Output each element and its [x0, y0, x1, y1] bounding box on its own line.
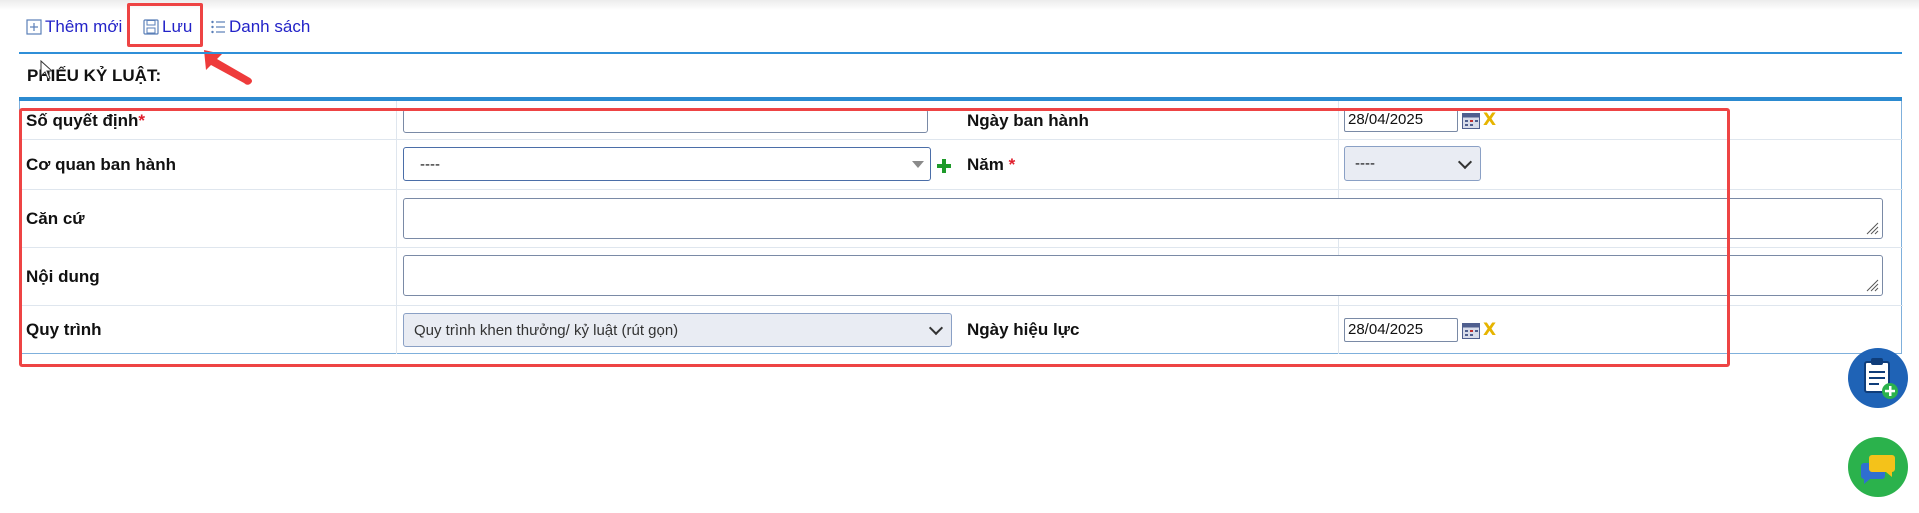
so-quyet-dinh-input[interactable] [403, 109, 928, 133]
can-cu-textarea[interactable] [403, 198, 1883, 239]
so-quyet-dinh-label-text: Số quyết định [26, 111, 139, 130]
required-mark: * [138, 111, 146, 130]
chat-fab[interactable] [1848, 437, 1908, 497]
list-label: Danh sách [229, 17, 311, 36]
noi-dung-label: Nội dung [26, 267, 100, 286]
required-mark: * [1008, 155, 1016, 174]
form-row: Quy trình Quy trình khen thưởng/ kỷ luật… [20, 305, 1903, 353]
ngay-hieu-luc-label: Ngày hiệu lực [967, 320, 1080, 339]
form-row: Nội dung [20, 247, 1903, 306]
add-new-label: Thêm mới [45, 17, 123, 36]
add-icon [26, 19, 42, 35]
chevron-down-icon [928, 320, 944, 336]
so-quyet-dinh-label: Số quyết định* [26, 111, 145, 131]
toolbar-divider [19, 52, 1902, 54]
form-row: Số quyết định* Ngày ban hành 28/04/2025 … [20, 101, 1903, 140]
nam-label-text: Năm [967, 155, 1004, 174]
plus-icon[interactable] [936, 158, 952, 174]
clipboard-add-icon [1864, 358, 1898, 399]
co-quan-ban-hanh-value: ---- [420, 155, 440, 173]
quy-trinh-label: Quy trình [26, 320, 102, 339]
noi-dung-textarea[interactable] [403, 255, 1883, 296]
form-row: Căn cứ [20, 189, 1903, 248]
resize-grip-icon[interactable] [1865, 221, 1879, 235]
form-row: Cơ quan ban hành ---- Năm * ---- [20, 139, 1903, 190]
quy-trinh-value: Quy trình khen thưởng/ kỷ luật (rút gọn) [414, 321, 679, 339]
add-new-button[interactable]: Thêm mới [26, 17, 122, 37]
mouse-cursor-icon [40, 60, 52, 80]
add-document-fab[interactable] [1848, 348, 1908, 408]
save-highlight-box [127, 3, 203, 47]
nam-select[interactable]: ---- [1344, 146, 1481, 181]
top-shade [0, 0, 1919, 10]
nam-label: Năm * [967, 155, 1015, 175]
co-quan-ban-hanh-label: Cơ quan ban hành [26, 155, 176, 174]
can-cu-label: Căn cứ [26, 209, 85, 228]
clear-date-icon[interactable]: X [1483, 110, 1496, 130]
nam-value: ---- [1355, 155, 1375, 172]
quy-trinh-select[interactable]: Quy trình khen thưởng/ kỷ luật (rút gọn) [403, 313, 952, 347]
resize-grip-icon[interactable] [1865, 278, 1879, 292]
ngay-ban-hanh-label: Ngày ban hành [967, 111, 1089, 130]
co-quan-ban-hanh-select[interactable]: ---- [403, 147, 931, 181]
chat-icon [1861, 455, 1895, 484]
ngay-ban-hanh-input[interactable]: 28/04/2025 [1344, 108, 1458, 132]
clear-date-icon[interactable]: X [1483, 320, 1496, 340]
list-button[interactable]: Danh sách [210, 17, 310, 37]
calendar-icon[interactable] [1462, 113, 1480, 129]
list-icon [211, 20, 225, 34]
chevron-down-icon [1457, 154, 1473, 169]
discipline-form: Số quyết định* Ngày ban hành 28/04/2025 … [19, 101, 1903, 354]
dropdown-triangle-icon [912, 161, 924, 168]
ngay-hieu-luc-input[interactable]: 28/04/2025 [1344, 318, 1458, 342]
calendar-icon[interactable] [1462, 323, 1480, 339]
